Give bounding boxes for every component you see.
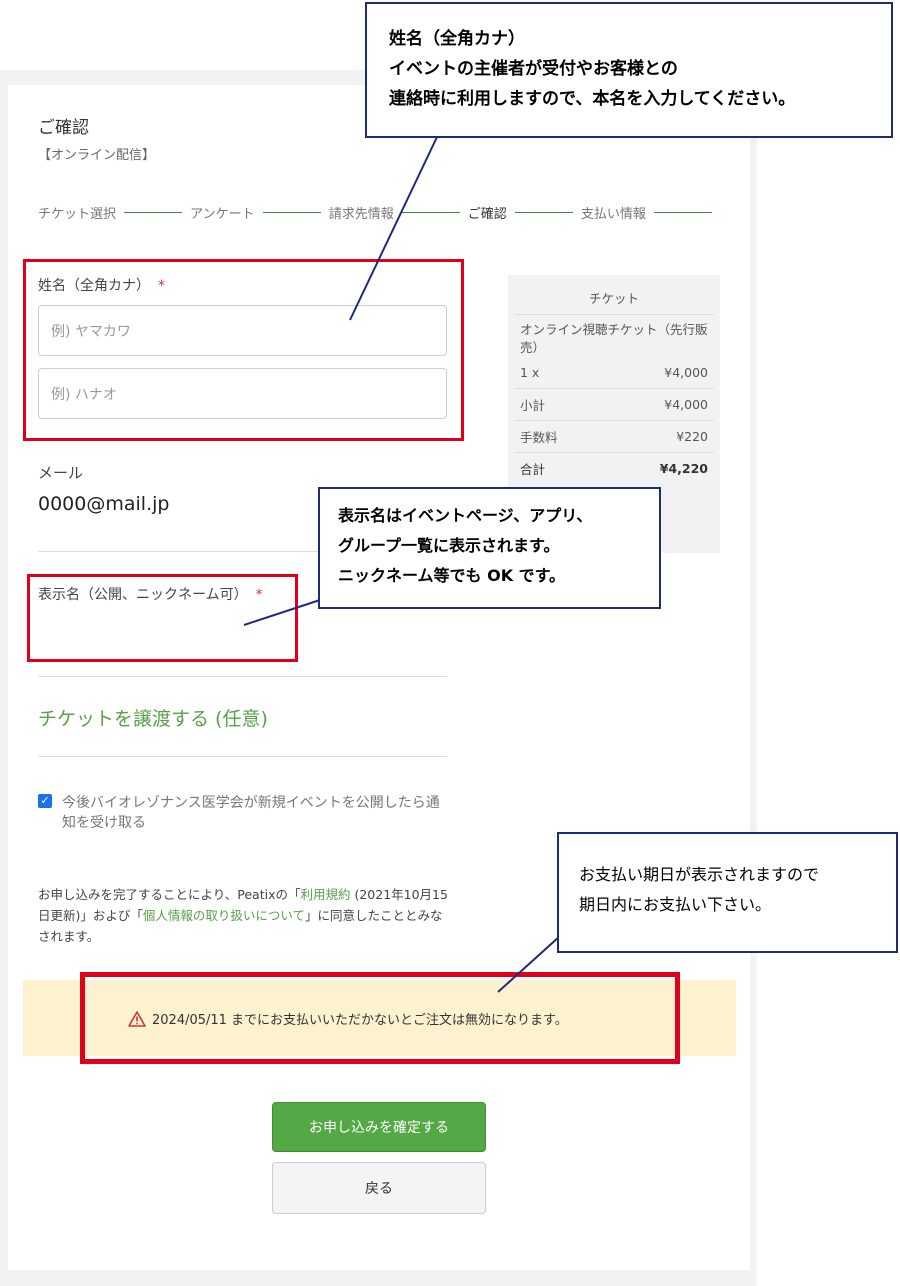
payment-callout-line: お支払い期日が表示されますので: [579, 865, 820, 884]
display-callout-line: グループ一覧に表示されます。: [338, 536, 560, 555]
name-callout-line: 姓名（全角カナ）: [389, 29, 525, 49]
display-name-callout: 表示名はイベントページ、アプリ、 グループ一覧に表示されます。 ニックネーム等で…: [318, 487, 661, 609]
name-callout-line: イベントの主催者が受付やお客様との: [389, 59, 678, 79]
display-callout-line: ニックネーム等でも OK です。: [338, 566, 566, 585]
payment-callout-line: 期日内にお支払い下さい。: [579, 895, 772, 914]
connector-name: [349, 136, 438, 321]
connector-display: [243, 599, 321, 626]
name-callout: 姓名（全角カナ） イベントの主催者が受付やお客様との 連絡時に利用しますので、本…: [365, 2, 893, 138]
connector-payment: [497, 935, 561, 993]
display-callout-line: 表示名はイベントページ、アプリ、: [338, 506, 593, 525]
callout-connectors: [243, 136, 561, 993]
payment-callout: お支払い期日が表示されますので 期日内にお支払い下さい。: [557, 832, 898, 953]
name-callout-line: 連絡時に利用しますので、本名を入力してください。: [389, 89, 796, 109]
